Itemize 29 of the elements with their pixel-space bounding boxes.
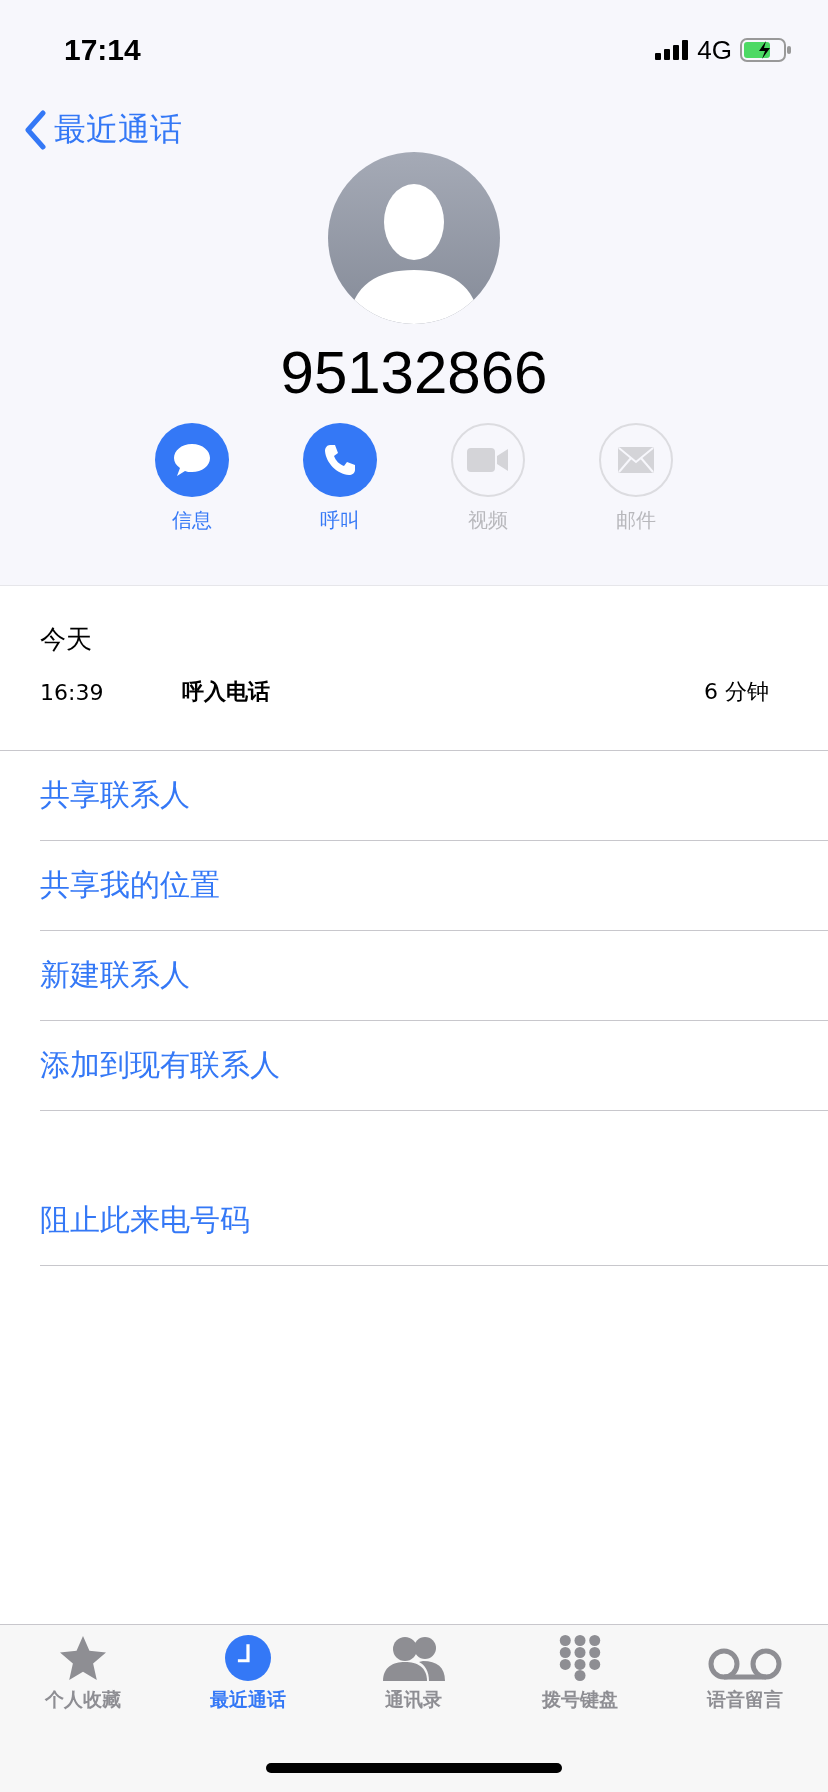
call-date: 今天 bbox=[40, 623, 93, 656]
phone-number: 95132866 bbox=[280, 338, 548, 407]
tab-item[interactable]: 最近通话 bbox=[165, 1635, 332, 1713]
call-duration: 6 分钟 bbox=[704, 678, 770, 706]
tab-item[interactable]: 通讯录 bbox=[331, 1635, 497, 1713]
tab-item[interactable]: 语音留言 bbox=[662, 1635, 828, 1713]
option-link[interactable]: 共享联系人 bbox=[40, 775, 190, 816]
back-button[interactable]: 最近通话 bbox=[24, 108, 182, 152]
video-camera-icon bbox=[467, 447, 509, 473]
voicemail-icon bbox=[707, 1647, 784, 1681]
clock-icon bbox=[223, 1635, 274, 1681]
tab-item[interactable]: 拨号键盘 bbox=[496, 1635, 663, 1713]
envelope-icon bbox=[618, 447, 654, 473]
option-link[interactable]: 共享我的位置 bbox=[40, 865, 220, 906]
avatar-icon bbox=[328, 152, 500, 324]
phone-icon bbox=[322, 442, 358, 478]
option-link[interactable]: 添加到现有联系人 bbox=[40, 1045, 280, 1086]
status-time: 17:14 bbox=[64, 33, 141, 67]
call-type: 呼入电话 bbox=[182, 678, 271, 706]
call-time: 16:39 bbox=[40, 679, 105, 705]
signal-icon bbox=[655, 40, 690, 60]
option-link[interactable]: 新建联系人 bbox=[40, 955, 190, 996]
tab-item[interactable]: 个人收藏 bbox=[0, 1635, 166, 1713]
people-icon bbox=[383, 1635, 445, 1681]
message-bubble-icon bbox=[172, 442, 212, 478]
chevron-left-icon bbox=[24, 110, 46, 150]
network-label: 4G bbox=[697, 34, 732, 66]
battery-icon bbox=[740, 38, 792, 62]
block-caller-link[interactable]: 阻止此来电号码 bbox=[40, 1200, 250, 1241]
